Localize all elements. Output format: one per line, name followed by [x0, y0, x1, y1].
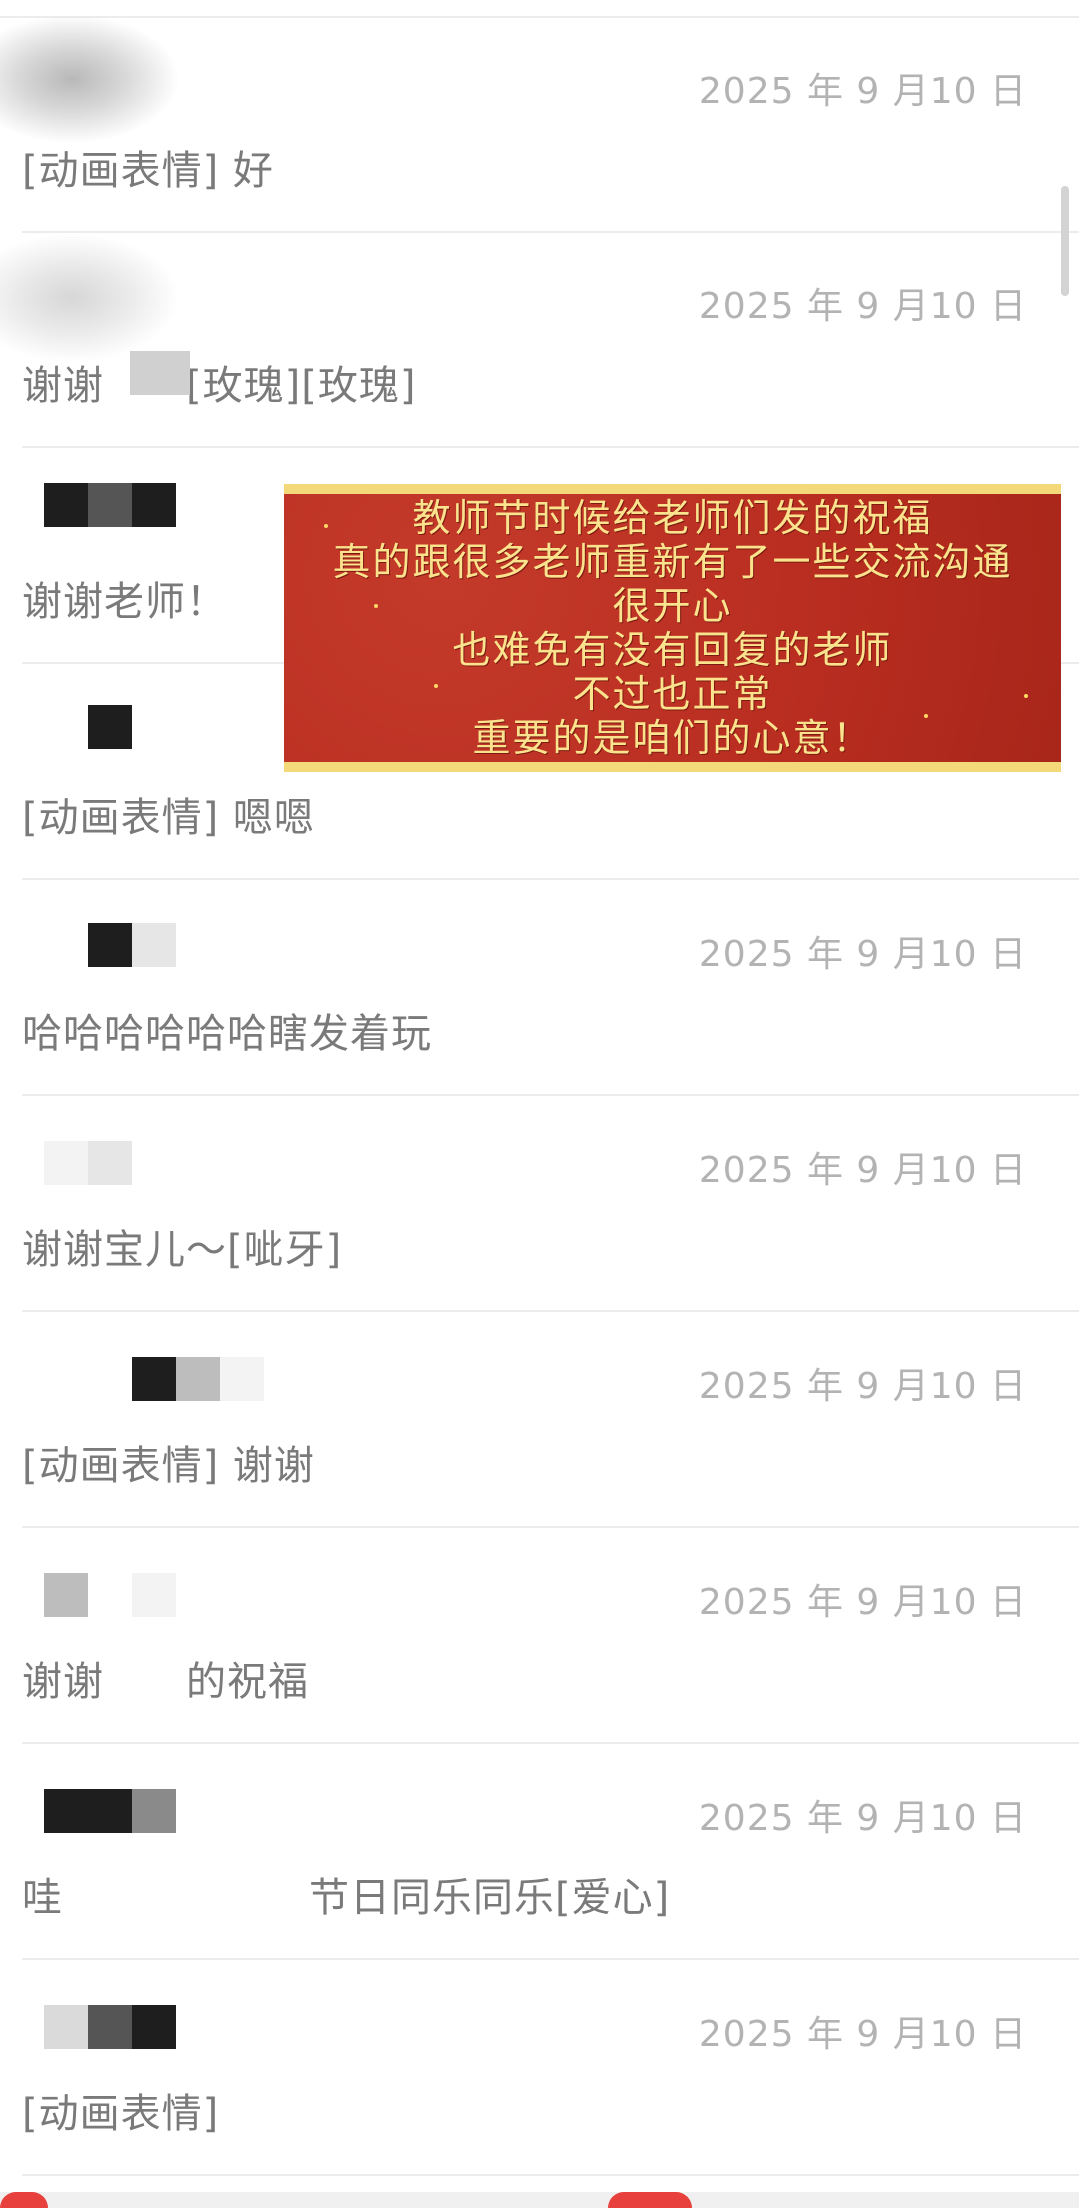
message-text: 谢谢 [玫瑰][玫瑰] [22, 363, 417, 409]
redacted-name [88, 705, 132, 751]
message-date: 2025 年 9 月10 日 [698, 286, 1027, 327]
list-item[interactable]: 2025 年 9 月10 日 [动画表情] 好 [0, 14, 1079, 233]
banner-line: 重要的是咱们的心意！ [472, 716, 873, 760]
list-item[interactable]: 2025 年 9 月10 日 哈哈哈哈哈哈瞎发着玩 [22, 881, 1079, 1096]
message-date: 2025 年 9 月10 日 [698, 1150, 1027, 1191]
caption-banner-inner: 教师节时候给老师们发的祝福 真的跟很多老师重新有了一些交流沟通 很开心 也难免有… [284, 494, 1061, 762]
banner-line: 真的跟很多老师重新有了一些交流沟通 [332, 540, 1013, 584]
blurred-avatar [0, 14, 180, 144]
message-text: [动画表情] 嗯嗯 [22, 795, 315, 841]
scrollbar[interactable] [1061, 186, 1069, 296]
message-date: 2025 年 9 月10 日 [698, 934, 1027, 975]
message-date: 2025 年 9 月10 日 [698, 2014, 1027, 2055]
list-item[interactable]: 2025 年 9 月10 日 谢谢宝儿～[呲牙] [22, 1097, 1079, 1312]
message-text: [动画表情] 好 [22, 148, 274, 194]
redacted-name [132, 1357, 264, 1403]
bottom-toolbar [0, 2192, 1079, 2208]
banner-line: 教师节时候给老师们发的祝福 [412, 496, 933, 540]
message-date: 2025 年 9 月10 日 [698, 1798, 1027, 1839]
message-date: 2025 年 9 月10 日 [698, 1582, 1027, 1623]
caption-banner: 教师节时候给老师们发的祝福 真的跟很多老师重新有了一些交流沟通 很开心 也难免有… [284, 484, 1061, 772]
banner-line: 也难免有没有回复的老师 [452, 628, 893, 672]
list-item[interactable]: 2025 年 9 月10 日 谢谢 的祝福 [22, 1529, 1079, 1744]
message-text: 哈哈哈哈哈哈瞎发着玩 [22, 1011, 432, 1057]
redacted-name [44, 1789, 176, 1835]
redacted-name [44, 2005, 176, 2051]
banner-line: 很开心 [612, 584, 733, 628]
list-item[interactable]: 2025 年 9 月10 日 哇 节日同乐同乐[爱心] [22, 1745, 1079, 1960]
message-text: 谢谢宝儿～[呲牙] [22, 1227, 343, 1273]
message-text: 谢谢老师！ [22, 579, 227, 625]
bottom-left-button[interactable] [0, 2192, 48, 2208]
message-text: [动画表情] 谢谢 [22, 1443, 315, 1489]
redaction-mask [130, 351, 190, 395]
message-date: 2025 年 9 月10 日 [698, 1366, 1027, 1407]
redacted-name [44, 1141, 132, 1187]
list-item[interactable]: 2025 年 9 月10 日 [动画表情] [22, 1961, 1079, 2176]
list-item[interactable]: 2025 年 9 月10 日 谢谢 [玫瑰][玫瑰] [0, 233, 1079, 448]
banner-line: 不过也正常 [572, 672, 773, 716]
message-text: 谢谢 的祝福 [22, 1659, 309, 1705]
message-date: 2025 年 9 月10 日 [698, 71, 1027, 112]
message-text: [动画表情] [22, 2091, 220, 2137]
list-item[interactable]: 2025 年 9 月10 日 [动画表情] 谢谢 [22, 1313, 1079, 1528]
redacted-name [44, 483, 176, 529]
bottom-center-button[interactable] [608, 2192, 692, 2208]
message-text: 哇 节日同乐同乐[爱心] [22, 1875, 671, 1921]
blurred-avatar [0, 233, 180, 363]
redacted-name [44, 1573, 176, 1619]
redacted-name [88, 923, 176, 969]
